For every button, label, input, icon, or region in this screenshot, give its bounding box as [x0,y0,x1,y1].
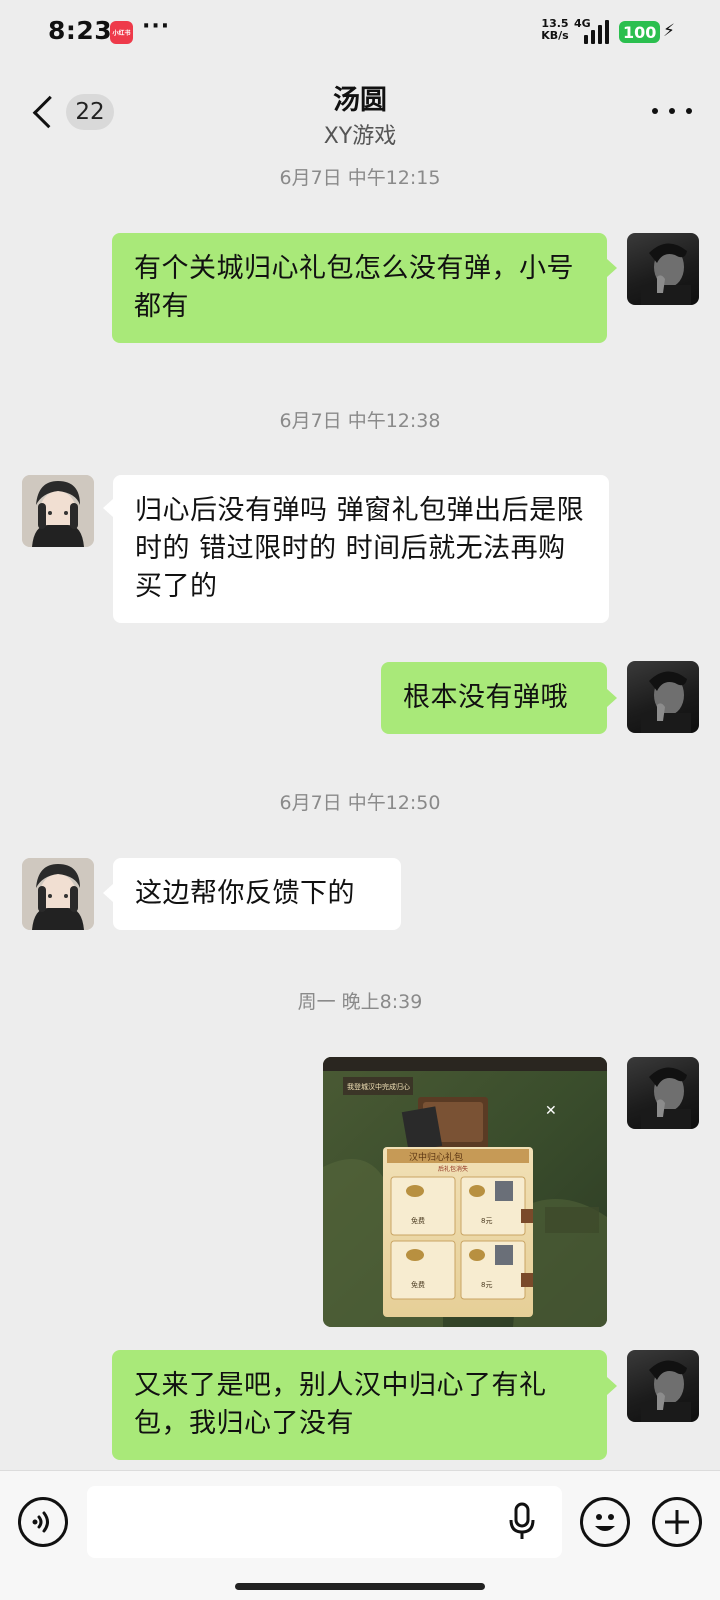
my-avatar[interactable] [627,661,699,733]
dot-icon [652,108,658,114]
timestamp: 6月7日 中午12:38 [279,410,441,432]
network-speed-unit: KB/s [541,29,569,42]
bubble-tail [607,259,617,277]
more-options-button[interactable] [652,96,692,126]
status-time: 8:23 [48,16,113,45]
item-price-free: 免费 [411,1280,425,1289]
voice-wave-icon [32,1511,49,1533]
microphone-icon[interactable] [508,1501,536,1541]
more-notifications-icon: ··· [142,14,171,39]
my-message-bubble[interactable]: 有个关城归心礼包怎么没有弹，小号都有 [112,233,607,343]
contact-message-bubble[interactable]: 归心后没有弹吗 弹窗礼包弹出后是限时的 错过限时的 时间后就无法再购买了的 [113,475,609,623]
dot-icon [686,108,692,114]
plus-icon [665,1510,689,1534]
chat-header: 22 汤圆 XY游戏 [0,66,720,156]
popup-timer-text: 后礼包消失 [438,1165,468,1173]
voice-mode-button[interactable] [18,1497,68,1547]
input-bar [0,1470,720,1600]
chat-title: 汤圆 [333,85,387,116]
popup-title-text: 汉中归心礼包 [409,1151,463,1163]
chat-subtitle: XY游戏 [323,124,397,149]
home-indicator[interactable] [235,1583,485,1590]
timestamp: 周一 晚上8:39 [297,991,423,1013]
item-price-paid: 8元 [481,1217,492,1225]
my-avatar[interactable] [627,1350,699,1422]
my-avatar[interactable] [627,1057,699,1129]
timestamp: 6月7日 中午12:15 [279,167,441,189]
xiaohongshu-app-icon: 小红书 [110,21,133,44]
network-speed: 13.5 KB/s [540,18,570,42]
svg-text:✕: ✕ [545,1103,557,1119]
contact-avatar[interactable] [22,475,94,547]
message-input[interactable] [87,1486,562,1558]
my-avatar[interactable] [627,233,699,305]
popup-banner-text: 我登城汉中完成归心 [347,1082,410,1091]
status-bar: 8:23 小红书 ··· 13.5 KB/s 4G 100 ⚡ [0,0,720,66]
my-message-bubble[interactable]: 根本没有弹哦 [381,662,607,734]
charging-icon: ⚡ [663,21,675,41]
item-price-free: 免费 [411,1216,425,1225]
my-message-bubble[interactable]: 又来了是吧，别人汉中归心了有礼包，我归心了没有 [112,1350,607,1460]
more-features-button[interactable] [652,1497,702,1547]
emoji-button[interactable] [580,1497,630,1547]
bubble-tail [607,689,617,707]
item-price-paid: 8元 [481,1281,492,1289]
smiley-icon [595,1514,615,1531]
battery-icon: 100 [619,21,661,43]
contact-avatar[interactable] [22,858,94,930]
game-screenshot-image: 我登城汉中完成归心 ✕ 汉中归心礼包 后礼包消失 免费 免费 8元 8元 [323,1057,607,1327]
contact-message-bubble[interactable]: 这边帮你反馈下的 [113,858,401,930]
bubble-tail [103,884,113,902]
bubble-tail [607,1377,617,1395]
timestamp: 6月7日 中午12:50 [279,792,441,814]
signal-icon [584,20,612,44]
image-message[interactable]: 我登城汉中完成归心 ✕ 汉中归心礼包 后礼包消失 免费 免费 8元 8元 [323,1057,607,1327]
bubble-tail [103,499,113,517]
dot-icon [669,108,675,114]
